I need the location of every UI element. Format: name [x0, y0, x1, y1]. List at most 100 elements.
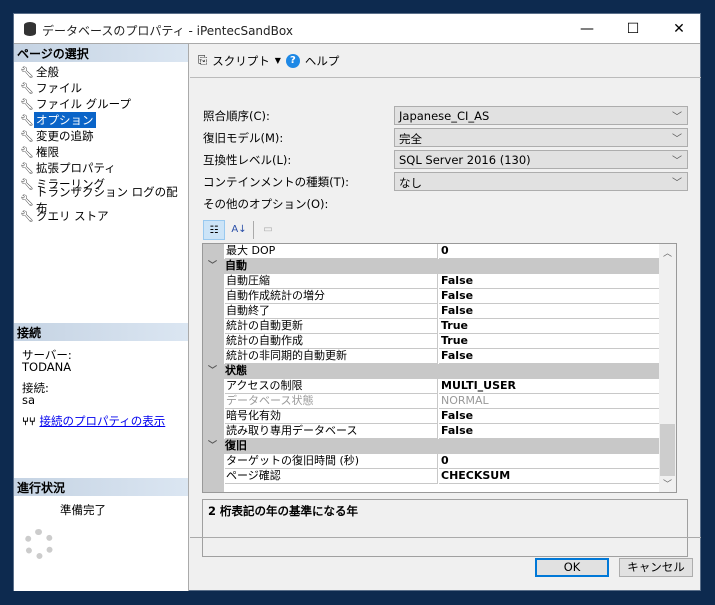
property-name: 統計の非同期的自動更新	[225, 349, 438, 364]
property-value[interactable]: NORMAL	[439, 394, 670, 409]
page-item[interactable]: 🔧︎ 全般	[20, 64, 61, 80]
property-value[interactable]: False	[439, 424, 670, 439]
progress-status: 準備完了	[60, 503, 106, 517]
wrench-icon: 🔧︎	[20, 97, 34, 111]
connection-properties-row: ⑂⑂ 接続のプロパティの表示	[22, 413, 165, 429]
collapse-icon[interactable]: ﹀	[208, 364, 217, 378]
wrench-icon: 🔧︎	[20, 65, 34, 79]
connection-properties-link[interactable]: 接続のプロパティの表示	[39, 414, 165, 428]
wrench-icon: 🔧︎	[20, 81, 34, 95]
grid-property-row[interactable]: 統計の自動更新 True	[203, 319, 670, 334]
property-value[interactable]: False	[439, 289, 670, 304]
categorized-icon[interactable]: ☷	[203, 220, 225, 240]
property-name: 読み取り専用データベース	[225, 424, 438, 439]
progress-spinner-icon	[24, 529, 54, 559]
grid-property-row[interactable]: ページ確認 CHECKSUM	[203, 469, 670, 484]
property-name: 暗号化有効	[225, 409, 438, 424]
database-properties-window: データベースのプロパティ - iPentecSandBox — ☐ ✕ ページの…	[13, 13, 701, 591]
grid-property-row[interactable]: 統計の非同期的自動更新 False	[203, 349, 670, 364]
minimize-button[interactable]: —	[564, 14, 610, 44]
grid-property-row[interactable]: 自動圧縮 False	[203, 274, 670, 289]
property-pages-icon[interactable]: ▭	[257, 220, 279, 240]
scroll-up-icon[interactable]: ︿	[663, 246, 672, 259]
grid-category[interactable]: ﹀ 自動	[203, 259, 670, 274]
property-value[interactable]: MULTI_USER	[439, 379, 670, 394]
title-bar: データベースのプロパティ - iPentecSandBox — ☐ ✕	[14, 14, 700, 44]
sort-alpha-icon[interactable]: A↓	[228, 220, 250, 240]
separator	[253, 221, 254, 239]
scroll-thumb[interactable]	[660, 424, 675, 476]
page-item[interactable]: 🔧︎ 権限	[20, 144, 61, 160]
grid-property-row[interactable]: ターゲットの復旧時間 (秒) 0	[203, 454, 670, 469]
grid-property-row[interactable]: 読み取り専用データベース False	[203, 424, 670, 439]
close-button[interactable]: ✕	[656, 14, 702, 44]
property-name: ページ確認	[225, 469, 438, 484]
property-value[interactable]: False	[439, 409, 670, 424]
grid-category[interactable]: ﹀ 復旧	[203, 439, 670, 454]
property-value[interactable]: 0	[439, 244, 670, 259]
property-value[interactable]: CHECKSUM	[439, 469, 670, 484]
property-value[interactable]: 0	[439, 454, 670, 469]
containment-label: コンテインメントの種類(T):	[203, 175, 350, 189]
chevron-down-icon: ﹀	[672, 134, 682, 145]
property-value[interactable]: False	[439, 274, 670, 289]
grid-category[interactable]: ﹀ 状態	[203, 364, 670, 379]
collapse-icon[interactable]: ﹀	[208, 439, 217, 453]
grid-property-row[interactable]: 自動作成統計の増分 False	[203, 289, 670, 304]
property-value[interactable]: False	[439, 349, 670, 364]
page-item-label: 全般	[36, 65, 59, 79]
page-item[interactable]: 🔧︎ 拡張プロパティ	[20, 160, 118, 176]
wrench-icon: 🔧︎	[20, 209, 34, 223]
wrench-icon: 🔧︎	[20, 177, 34, 191]
help-button[interactable]: ヘルプ	[305, 53, 340, 69]
server-value: TODANA	[22, 360, 72, 374]
property-name: 統計の自動作成	[225, 334, 438, 349]
page-item-label: 拡張プロパティ	[36, 161, 116, 175]
chevron-down-icon: ﹀	[672, 178, 682, 189]
scroll-down-icon[interactable]: ﹀	[663, 477, 672, 490]
grid-toolbar: ☷ A↓ ▭	[203, 220, 279, 240]
page-item[interactable]: 🔧︎ クエリ ストア	[20, 208, 111, 224]
page-item[interactable]: 🔧︎ オプション	[20, 112, 96, 128]
property-value[interactable]: True	[439, 319, 670, 334]
page-item[interactable]: 🔧︎ 変更の追跡	[20, 128, 96, 144]
page-item[interactable]: 🔧︎ ファイル グループ	[20, 96, 133, 112]
left-panel: ページの選択 🔧︎ 全般 🔧︎ ファイル 🔧︎ ファイル グループ 🔧︎ オプション 🔧︎ 変更の…	[14, 44, 189, 591]
grid-property-row[interactable]: 統計の自動作成 True	[203, 334, 670, 349]
property-value[interactable]: True	[439, 334, 670, 349]
recovery-model-select[interactable]: 完全 ﹀	[394, 128, 688, 147]
category-name: 復旧	[225, 439, 247, 452]
property-value[interactable]: False	[439, 304, 670, 319]
grid-property-row[interactable]: 暗号化有効 False	[203, 409, 670, 424]
help-icon: ?	[285, 53, 300, 68]
compat-level-label: 互換性レベル(L):	[203, 153, 292, 167]
script-button[interactable]: スクリプト	[212, 53, 270, 69]
toolbar: ⎘ スクリプト ▼ ? ヘルプ	[190, 44, 701, 78]
recovery-model-label: 復旧モデル(M):	[203, 131, 284, 145]
cancel-button[interactable]: キャンセル	[619, 558, 693, 577]
chevron-down-icon: ﹀	[672, 112, 682, 123]
ok-button[interactable]: OK	[535, 558, 609, 577]
page-item[interactable]: 🔧︎ ファイル	[20, 80, 84, 96]
containment-select[interactable]: なし ﹀	[394, 172, 688, 191]
script-dropdown-icon[interactable]: ▼	[275, 56, 281, 65]
maximize-button[interactable]: ☐	[610, 14, 656, 44]
grid-property-row[interactable]: データベース状態 NORMAL	[203, 394, 670, 409]
page-item-label: クエリ ストア	[36, 209, 109, 223]
grid-scrollbar[interactable]: ︿ ﹀	[659, 244, 676, 492]
compat-level-select[interactable]: SQL Server 2016 (130) ﹀	[394, 150, 688, 169]
property-name: 自動圧縮	[225, 274, 438, 289]
connection-header: 接続	[14, 323, 188, 341]
grid-property-row[interactable]: 最大 DOP 0	[203, 244, 670, 259]
collation-label: 照合順序(C):	[203, 109, 270, 123]
compat-level-value: SQL Server 2016 (130)	[399, 153, 531, 167]
collation-select[interactable]: Japanese_CI_AS ﹀	[394, 106, 688, 125]
property-grid: 最大 DOP 0 ﹀ 自動 自動圧縮 False 自動作成統計の増分 False 自動終了 Fal…	[202, 243, 677, 493]
grid-property-row[interactable]: 自動終了 False	[203, 304, 670, 319]
page-item[interactable]: 🔧︎ トランザクション ログの配布	[20, 185, 188, 215]
script-icon: ⎘	[198, 53, 208, 67]
wrench-icon: 🔧︎	[20, 129, 34, 143]
grid-property-row[interactable]: アクセスの制限 MULTI_USER	[203, 379, 670, 394]
collapse-icon[interactable]: ﹀	[208, 259, 217, 273]
page-item-label: ファイル グループ	[36, 97, 131, 111]
